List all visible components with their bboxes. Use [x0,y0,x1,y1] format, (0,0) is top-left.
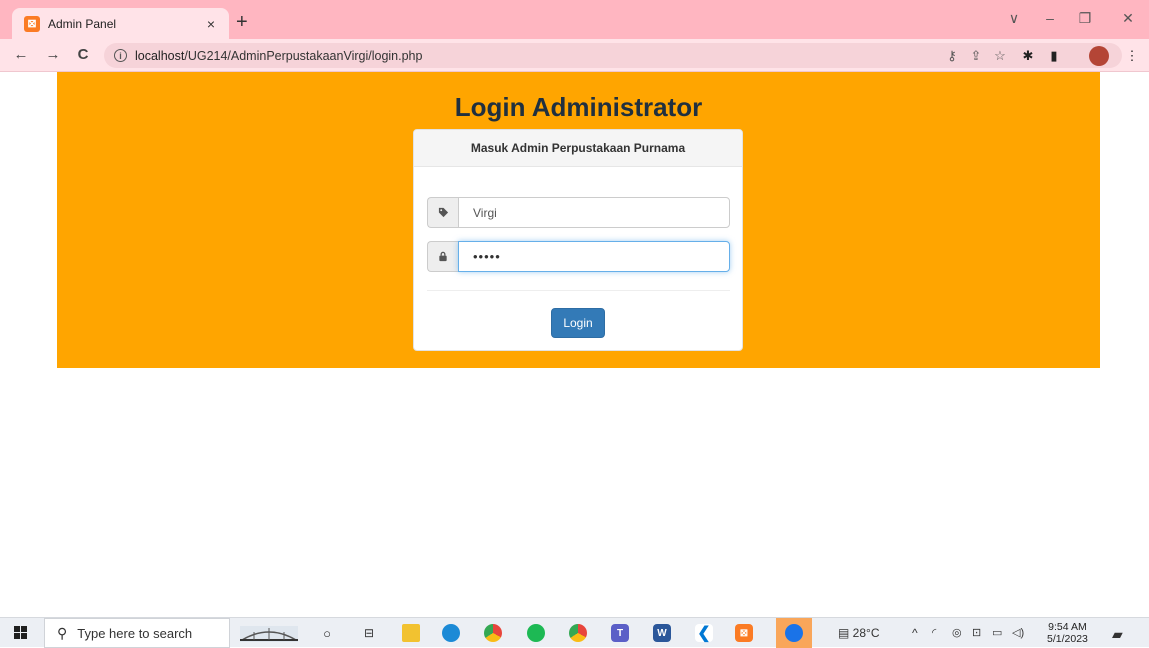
xampp-favicon-icon: ⊠ [24,15,40,32]
site-info-icon[interactable]: i [114,49,127,62]
username-group: Virgi [427,197,730,228]
bookmark-star-icon[interactable]: ☆ [992,48,1008,64]
clock-time: 9:54 AM [1048,621,1087,633]
tab-search-button[interactable]: ∨ [1004,10,1024,27]
edge-icon[interactable] [442,624,460,642]
new-tab-button[interactable]: + [236,12,248,32]
clock-date: 5/1/2023 [1047,633,1088,645]
volume-icon[interactable]: ◁) [1012,626,1024,639]
url-host: localhost [135,48,185,63]
weather-icon: ▤ [838,626,853,640]
tab-close-button[interactable]: × [203,16,219,32]
network-icon[interactable]: ◎ [952,626,962,639]
reload-button[interactable]: C [74,46,92,63]
login-banner: Login Administrator Masuk Admin Perpusta… [57,72,1100,368]
taskbar: ⚲ Type here to search ○ ⊟ T W ❮ ⊠ ▤ 28°C… [0,617,1149,648]
browser-toolbar: ← → C i localhost/UG214/AdminPerpustakaa… [0,39,1149,72]
share-icon[interactable]: ⇪ [968,48,984,64]
active-app-icon[interactable] [785,624,803,642]
task-view-icon[interactable]: ⊟ [360,624,378,642]
login-panel: Masuk Admin Perpustakaan Purnama Virgi •… [413,129,743,351]
minimize-button[interactable]: – [1040,10,1060,26]
page-title: Login Administrator [454,92,703,122]
password-input[interactable]: ••••• [458,241,730,272]
bridge-image-icon[interactable] [240,626,298,642]
extensions-icon[interactable]: ✱ [1020,48,1036,64]
chrome-icon[interactable] [484,624,502,642]
taskbar-search-box[interactable]: ⚲ Type here to search [44,618,230,648]
battery-icon[interactable]: ▭ [992,626,1002,639]
form-divider [427,290,730,291]
tag-icon [427,197,458,228]
tab-strip: ⊠ Admin Panel × + ∨ – ❐ ✕ [0,0,1149,39]
key-icon[interactable]: ⚷ [944,48,960,64]
back-button[interactable]: ← [12,46,30,63]
side-panel-icon[interactable]: ▮ [1046,48,1062,64]
lock-icon [427,241,458,272]
cortana-icon[interactable]: ○ [318,624,336,642]
menu-icon[interactable]: ⋮ [1124,48,1140,64]
close-window-button[interactable]: ✕ [1118,10,1138,27]
password-group: ••••• [427,241,730,272]
browser-tab[interactable]: ⊠ Admin Panel × [12,8,229,39]
weather-widget[interactable]: ▤ 28°C [838,626,879,640]
vscode-icon[interactable]: ❮ [695,624,713,642]
file-explorer-icon[interactable] [402,624,420,642]
chrome-profile-icon[interactable] [569,624,587,642]
forward-button[interactable]: → [44,46,62,63]
xampp-icon[interactable]: ⊠ [735,624,753,642]
weather-temp: 28°C [852,626,880,640]
taskbar-clock[interactable]: 9:54 AM 5/1/2023 [1047,621,1088,645]
restore-button[interactable]: ❐ [1075,10,1095,27]
notification-icon[interactable]: ▰ [1112,626,1123,643]
search-placeholder: Type here to search [77,625,193,641]
tray-chevron-icon[interactable]: ^ [912,626,918,640]
login-button[interactable]: Login [551,308,605,338]
spotify-icon[interactable] [527,624,545,642]
profile-avatar[interactable] [1089,46,1109,66]
url-path: /UG214/AdminPerpustakaanVirgi/login.php [184,48,423,63]
teams-icon[interactable]: T [611,624,629,642]
url-text: localhost/UG214/AdminPerpustakaanVirgi/l… [135,49,422,63]
panel-heading: Masuk Admin Perpustakaan Purnama [414,130,742,167]
word-icon[interactable]: W [653,624,671,642]
tab-title: Admin Panel [48,16,117,31]
username-input[interactable]: Virgi [458,197,730,228]
search-icon: ⚲ [57,624,68,641]
onedrive-icon[interactable]: ⊡ [972,626,981,639]
wifi-icon[interactable]: ◜ [932,626,936,639]
windows-start-icon[interactable] [14,626,27,639]
